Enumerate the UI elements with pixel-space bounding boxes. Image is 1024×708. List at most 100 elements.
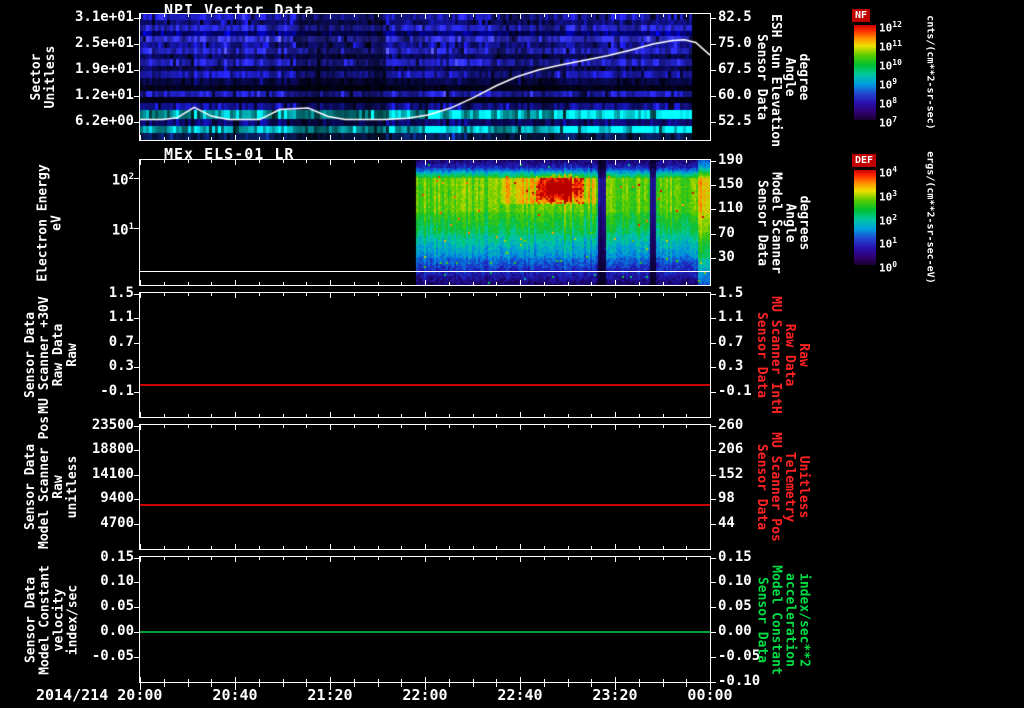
x-tick-bottom (354, 679, 355, 682)
x-tick-bottom (473, 137, 474, 140)
x-tick-bottom (615, 544, 616, 549)
y-tick-left (134, 70, 140, 71)
colorbar-tick-label: 102 (879, 213, 898, 228)
x-tick-top (425, 425, 426, 430)
colorbar-tick-label: 103 (879, 189, 898, 204)
y-tick-right (710, 122, 716, 123)
x-tick-bottom (425, 677, 426, 682)
x-axis-tick (259, 683, 260, 687)
x-axis-tick (283, 683, 284, 687)
x-tick-bottom (473, 679, 474, 682)
x-axis-tick (449, 683, 450, 687)
x-tick-top (449, 14, 450, 17)
x-tick-top (520, 293, 521, 298)
x-tick-bottom (354, 546, 355, 549)
y-tick-left (134, 607, 140, 608)
y-tick-label-left: 6.2e+00 (74, 113, 134, 129)
x-tick-bottom (544, 137, 545, 140)
x-tick-bottom (164, 137, 165, 140)
x-tick-bottom (663, 282, 664, 285)
y-axis-title-right: Raw Raw Data MU Scanner IntH Sensor Data (754, 296, 811, 414)
x-tick-top (544, 14, 545, 17)
x-tick-top (401, 425, 402, 428)
x-tick-top (188, 557, 189, 560)
y-tick-right (710, 607, 716, 608)
series-line-model-constant-velocity (140, 631, 710, 633)
panel-box-4 (139, 424, 711, 550)
y-tick-right (710, 392, 716, 393)
x-tick-bottom (378, 137, 379, 140)
x-tick-bottom (591, 679, 592, 682)
x-tick-top (306, 293, 307, 296)
x-tick-bottom (710, 135, 711, 140)
x-tick-bottom (306, 137, 307, 140)
x-tick-bottom (449, 679, 450, 682)
x-tick-bottom (568, 414, 569, 417)
x-tick-bottom (686, 414, 687, 417)
x-tick-top (449, 557, 450, 560)
x-tick-label: 21:20 (307, 686, 353, 704)
y-tick-left (134, 657, 140, 658)
x-tick-top (663, 14, 664, 17)
x-tick-top (188, 425, 189, 428)
x-tick-top (686, 425, 687, 428)
x-tick-bottom (639, 414, 640, 417)
x-tick-bottom (639, 137, 640, 140)
y-tick-right (710, 318, 716, 319)
y-axis-title-left: Sector Unitless (29, 45, 58, 109)
colorbar-tick-label: 1011 (879, 39, 902, 54)
x-tick-top (283, 160, 284, 163)
x-tick-top (140, 425, 141, 430)
x-tick-top (710, 14, 711, 19)
y-axis-title-left: Electron Energy eV (35, 164, 65, 282)
x-tick-top (164, 160, 165, 163)
x-tick-bottom (259, 546, 260, 549)
y-tick-left (134, 96, 140, 97)
x-tick-top (615, 293, 616, 298)
y-tick-right (710, 450, 716, 451)
x-tick-top (188, 160, 189, 163)
x-tick-bottom (211, 282, 212, 285)
x-tick-bottom (378, 679, 379, 682)
x-tick-top (568, 160, 569, 163)
x-tick-bottom (306, 679, 307, 682)
x-axis-tick (544, 683, 545, 687)
x-tick-top (473, 14, 474, 17)
x-tick-top (259, 425, 260, 428)
x-tick-top (496, 425, 497, 428)
y-tick-right (710, 185, 716, 186)
x-tick-label: 00:00 (687, 686, 733, 704)
x-tick-bottom (140, 544, 141, 549)
y-axis-title-right: index/sec**2 acceleration Model Constant Se… (754, 565, 812, 675)
x-tick-bottom (259, 414, 260, 417)
x-axis-tick (473, 683, 474, 687)
x-tick-bottom (235, 280, 236, 285)
x-tick-top (425, 14, 426, 19)
x-tick-top (188, 293, 189, 296)
x-tick-bottom (615, 135, 616, 140)
x-tick-top (568, 14, 569, 17)
x-tick-top (259, 557, 260, 560)
x-tick-top (188, 14, 189, 17)
series-line-model-scanner-pos-raw (140, 504, 710, 506)
x-tick-bottom (330, 544, 331, 549)
x-tick-bottom (496, 282, 497, 285)
x-tick-top (306, 557, 307, 560)
x-tick-top (140, 557, 141, 562)
x-tick-bottom (306, 414, 307, 417)
x-tick-top (496, 557, 497, 560)
y-tick-right (710, 70, 716, 71)
y-tick-left (134, 44, 140, 45)
x-tick-top (663, 425, 664, 428)
x-tick-bottom (164, 679, 165, 682)
x-tick-bottom (473, 282, 474, 285)
y-tick-left (134, 392, 140, 393)
x-tick-bottom (710, 280, 711, 285)
series-line-mu-scanner-30v-raw (140, 384, 710, 386)
x-tick-top (568, 557, 569, 560)
x-tick-bottom (401, 546, 402, 549)
x-tick-top (211, 557, 212, 560)
x-tick-top (615, 425, 616, 430)
x-tick-top (259, 293, 260, 296)
x-tick-bottom (378, 282, 379, 285)
